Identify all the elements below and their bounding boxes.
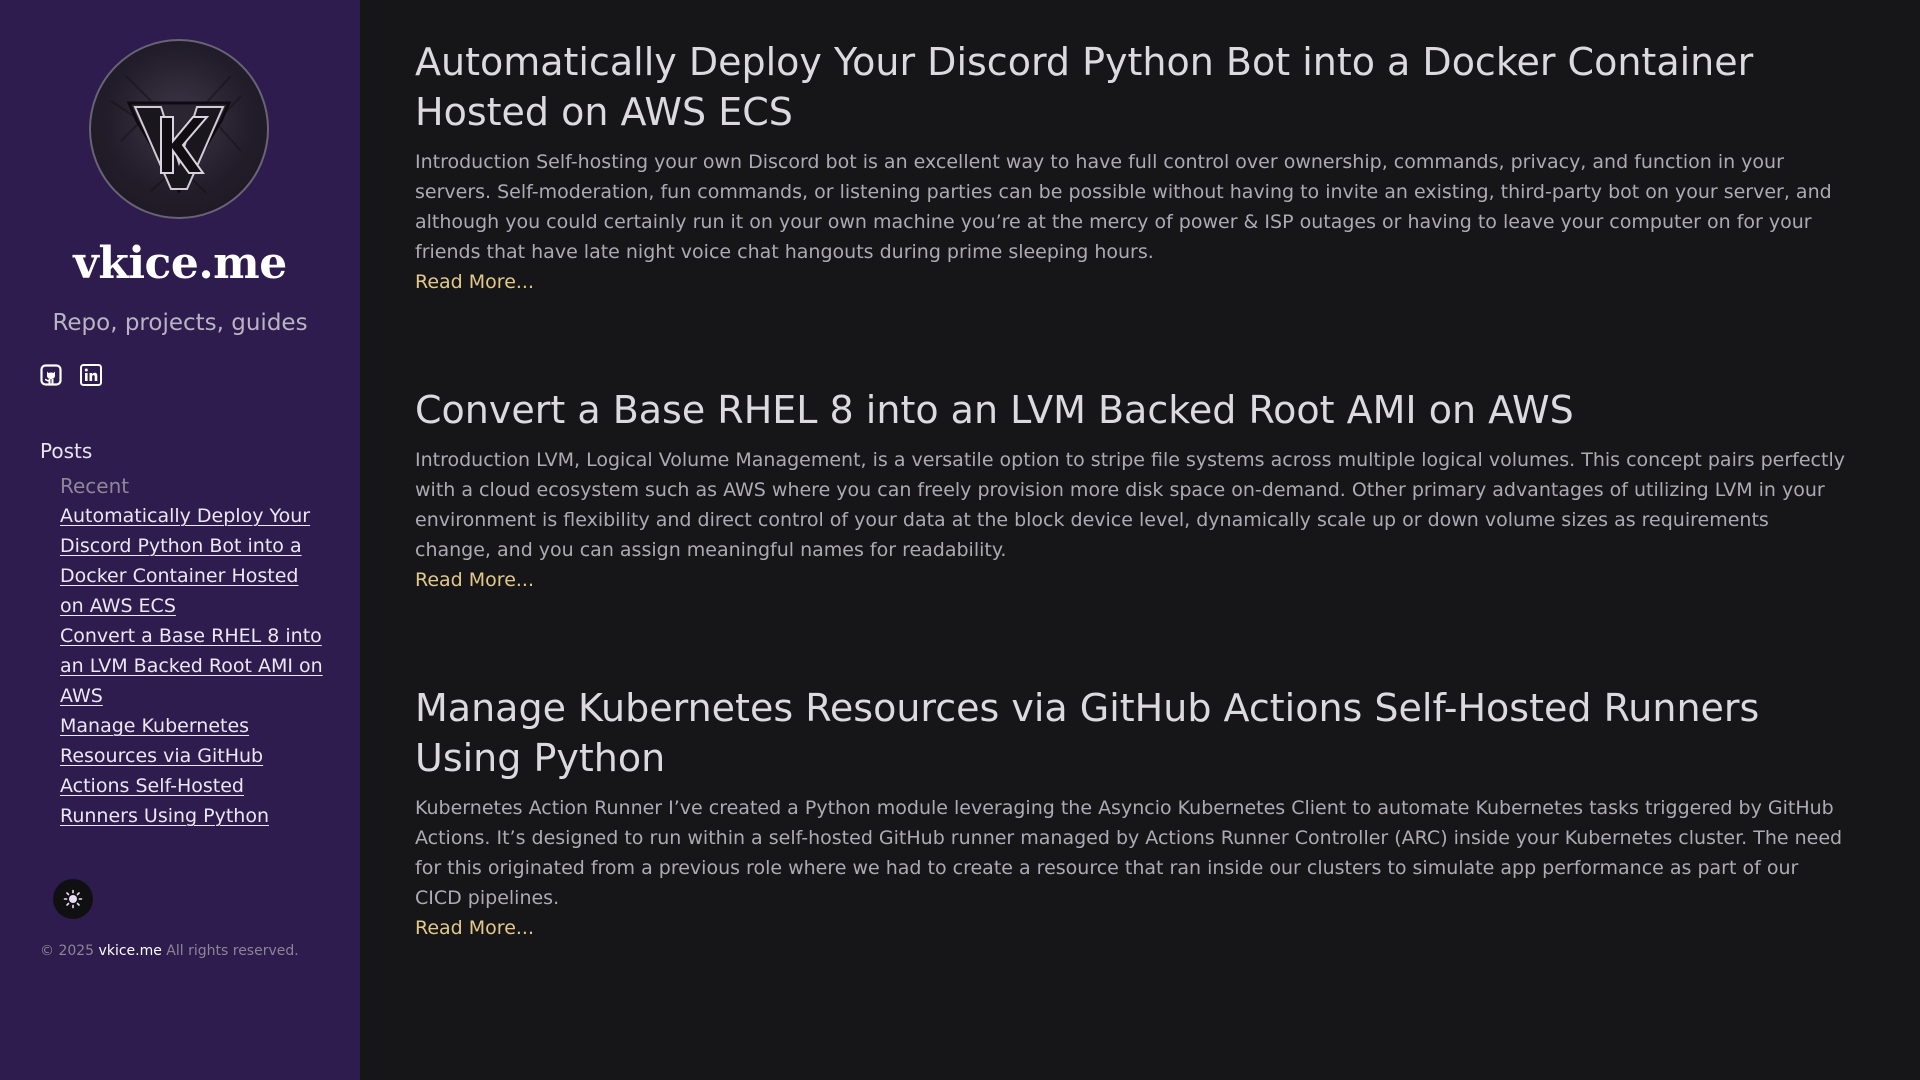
- copyright-prefix: © 2025: [40, 943, 95, 959]
- post-excerpt: Kubernetes Action Runner I’ve created a …: [415, 797, 1843, 909]
- page: vkice.me Repo, projects, guides Posts Re…: [0, 0, 1920, 1080]
- main-content: Automatically Deploy Your Discord Python…: [360, 0, 1920, 1080]
- logo-emblem-icon: [110, 75, 242, 194]
- sidebar-nav: Posts Recent Automatically Deploy Your D…: [40, 437, 340, 831]
- linkedin-icon[interactable]: [80, 364, 102, 386]
- post-title-link[interactable]: Convert a Base RHEL 8 into an LVM Backed…: [415, 388, 1574, 432]
- list-item: Automatically Deploy Your Discord Python…: [60, 501, 340, 621]
- read-more-link[interactable]: Read More...: [415, 565, 534, 595]
- copyright-suffix: All rights reserved.: [166, 943, 299, 959]
- list-item: Manage Kubernetes Resources via GitHub A…: [60, 711, 340, 831]
- post-excerpt: Introduction LVM, Logical Volume Managem…: [415, 449, 1845, 561]
- read-more-link[interactable]: Read More...: [415, 913, 534, 943]
- recent-posts-list: Automatically Deploy Your Discord Python…: [60, 501, 340, 831]
- nav-heading-posts: Posts: [40, 439, 93, 463]
- post-title: Manage Kubernetes Resources via GitHub A…: [415, 683, 1845, 783]
- sidebar-item-discord-bot-post[interactable]: Automatically Deploy Your Discord Python…: [60, 501, 325, 621]
- list-item: Convert a Base RHEL 8 into an LVM Backed…: [60, 621, 340, 711]
- sun-icon: [63, 889, 83, 909]
- nav-subheading-recent: Recent: [60, 474, 130, 498]
- read-more-link[interactable]: Read More...: [415, 267, 534, 297]
- post-title-link[interactable]: Manage Kubernetes Resources via GitHub A…: [415, 686, 1759, 780]
- sidebar-item-rhel-lvm-post[interactable]: Convert a Base RHEL 8 into an LVM Backed…: [60, 621, 325, 711]
- social-links: [40, 364, 102, 386]
- post-card: Manage Kubernetes Resources via GitHub A…: [415, 683, 1845, 943]
- nav-recent-section: Recent Automatically Deploy Your Discord…: [40, 471, 340, 831]
- post-title: Convert a Base RHEL 8 into an LVM Backed…: [415, 385, 1845, 435]
- site-logo[interactable]: [89, 39, 269, 219]
- footer-site-link[interactable]: vkice.me: [99, 943, 162, 959]
- post-excerpt: Introduction Self-hosting your own Disco…: [415, 151, 1832, 263]
- sidebar: vkice.me Repo, projects, guides Posts Re…: [0, 0, 360, 1080]
- post-title-link[interactable]: Automatically Deploy Your Discord Python…: [415, 40, 1753, 134]
- github-icon[interactable]: [40, 364, 62, 386]
- site-tagline: Repo, projects, guides: [52, 310, 308, 336]
- theme-toggle-button[interactable]: [53, 879, 93, 919]
- post-card: Convert a Base RHEL 8 into an LVM Backed…: [415, 385, 1845, 595]
- copyright: © 2025 vkice.me All rights reserved.: [40, 943, 299, 959]
- post-title: Automatically Deploy Your Discord Python…: [415, 37, 1845, 137]
- sidebar-item-kubernetes-runners-post[interactable]: Manage Kubernetes Resources via GitHub A…: [60, 711, 325, 831]
- post-card: Automatically Deploy Your Discord Python…: [415, 37, 1845, 297]
- site-title[interactable]: vkice.me: [0, 238, 360, 289]
